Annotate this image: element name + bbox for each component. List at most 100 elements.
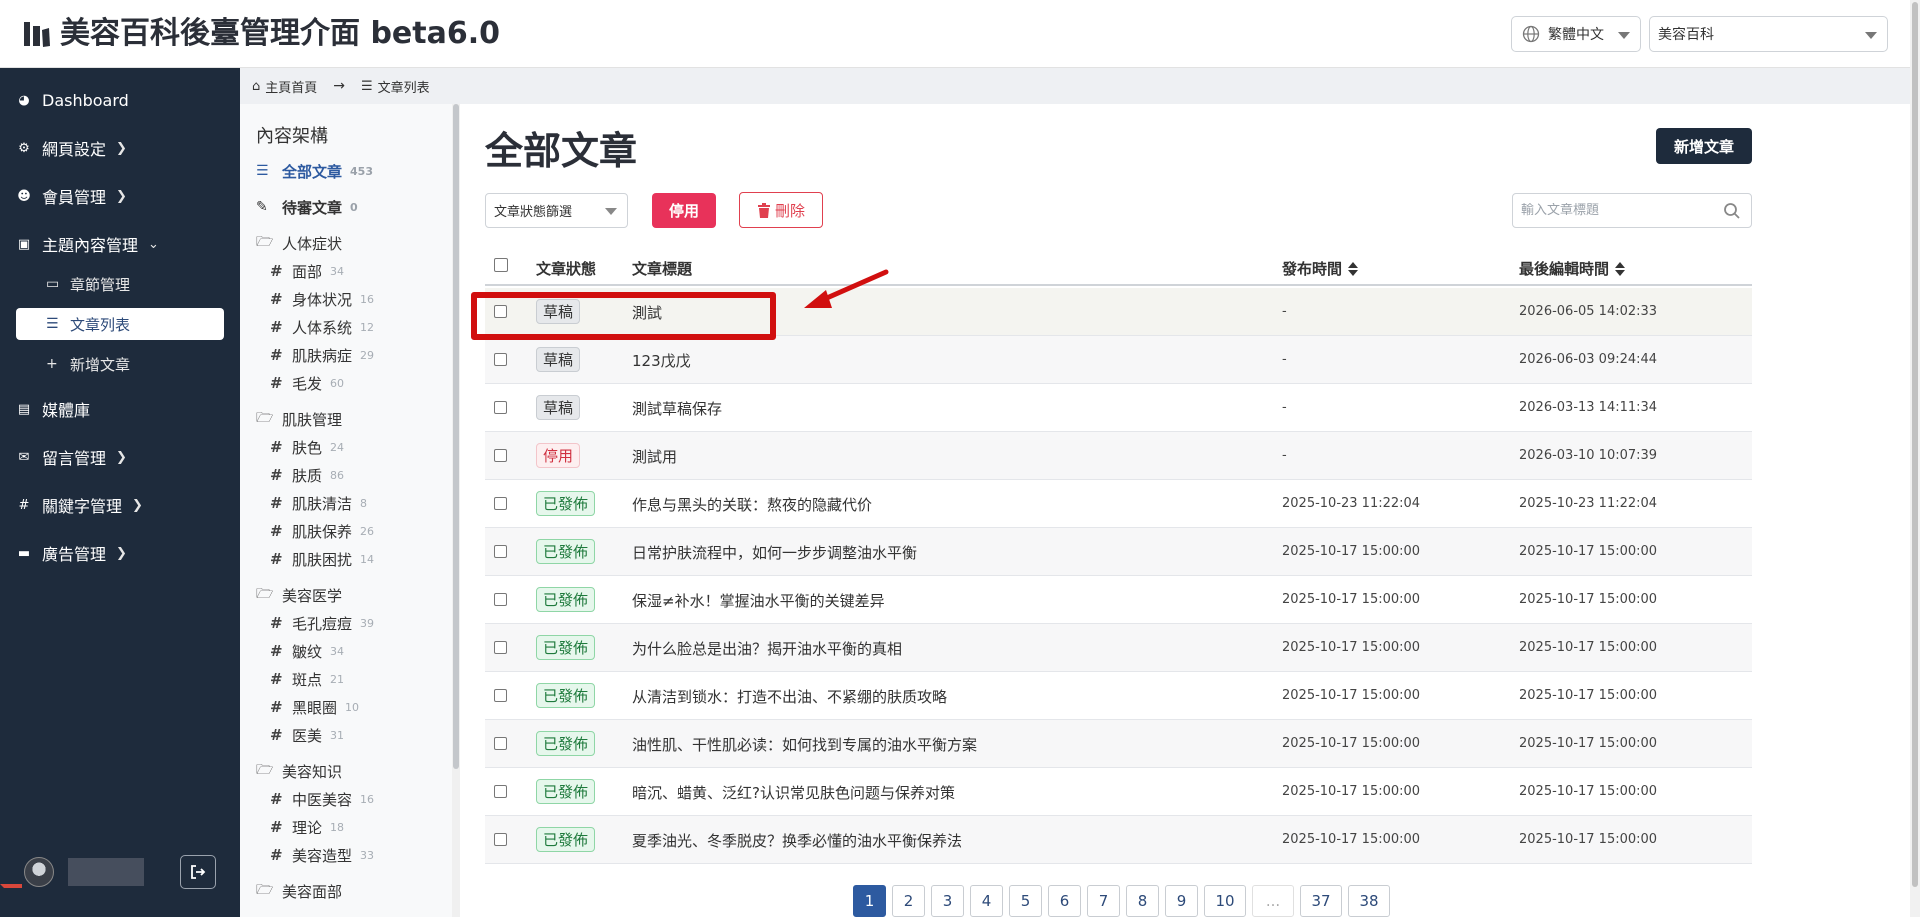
- category-all-articles[interactable]: ☰ 全部文章 453: [256, 160, 373, 182]
- category-group[interactable]: 🗁 美容面部: [256, 880, 342, 902]
- header-published[interactable]: 發布時間: [1282, 258, 1359, 279]
- sidebar-item-content[interactable]: ▣ 主題內容管理 ⌄: [16, 231, 159, 257]
- logout-button[interactable]: [180, 855, 216, 889]
- category-item[interactable]: # 医美 31: [270, 724, 344, 746]
- category-item[interactable]: # 面部 34: [270, 260, 344, 282]
- category-item[interactable]: # 肌肤清洁 8: [270, 492, 367, 514]
- row-checkbox[interactable]: [494, 497, 507, 510]
- category-item[interactable]: # 毛孔痘痘 39: [270, 612, 374, 634]
- article-title-link[interactable]: 保湿≠补水！掌握油水平衡的关键差异: [632, 590, 885, 611]
- category-item[interactable]: # 毛发 60: [270, 372, 344, 394]
- status-filter-select[interactable]: 文章狀態篩選: [485, 193, 628, 228]
- category-item[interactable]: # 皺纹 34: [270, 640, 344, 662]
- breadcrumb-current[interactable]: ☰ 文章列表: [361, 77, 430, 96]
- table-row[interactable]: 停用 測試用 - 2026-03-10 10:07:39: [485, 432, 1752, 480]
- page-button[interactable]: 5: [1009, 885, 1042, 917]
- language-select[interactable]: 繁體中文: [1511, 16, 1641, 52]
- sidebar-subitem-chapters[interactable]: ▭ 章節管理: [16, 268, 224, 300]
- page-button[interactable]: 1: [853, 885, 886, 917]
- sidebar-item-members[interactable]: ☻ 會員管理 ❯: [16, 183, 127, 209]
- scrollbar-thumb[interactable]: [1912, 2, 1918, 887]
- category-item[interactable]: # 身体状况 16: [270, 288, 374, 310]
- article-title-link[interactable]: 測試用: [632, 446, 677, 467]
- page-scrollbar[interactable]: [1910, 0, 1920, 917]
- sidebar-item-comments[interactable]: ✉ 留言管理 ❯: [16, 444, 127, 470]
- site-select[interactable]: 美容百科: [1649, 16, 1888, 52]
- page-button[interactable]: 9: [1165, 885, 1198, 917]
- article-title-link[interactable]: 油性肌、干性肌必读：如何找到专属的油水平衡方案: [632, 734, 977, 755]
- row-checkbox[interactable]: [494, 449, 507, 462]
- select-all-checkbox[interactable]: [494, 258, 508, 272]
- breadcrumb-home[interactable]: ⌂ 主頁首頁: [252, 77, 317, 96]
- row-checkbox[interactable]: [494, 353, 507, 366]
- sidebar-item-keywords[interactable]: # 關鍵字管理 ❯: [16, 492, 143, 518]
- article-title-link[interactable]: 測試草稿保存: [632, 398, 722, 419]
- category-item[interactable]: # 斑点 21: [270, 668, 344, 690]
- disable-button[interactable]: 停用: [652, 193, 716, 228]
- row-checkbox[interactable]: [494, 545, 507, 558]
- category-item[interactable]: # 肌肤病症 29: [270, 344, 374, 366]
- category-item[interactable]: # 肤色 24: [270, 436, 344, 458]
- table-row[interactable]: 已發佈 油性肌、干性肌必读：如何找到专属的油水平衡方案 2025-10-17 15:…: [485, 720, 1752, 768]
- table-row[interactable]: 已發佈 日常护肤流程中，如何一步步调整油水平衡 2025-10-17 15:00:0…: [485, 528, 1752, 576]
- page-button[interactable]: 10: [1204, 885, 1246, 917]
- row-checkbox[interactable]: [494, 737, 507, 750]
- sort-icon[interactable]: [1348, 261, 1359, 276]
- article-title-link[interactable]: 为什么脸总是出油？揭开油水平衡的真相: [632, 638, 902, 659]
- category-item[interactable]: # 黑眼圈 10: [270, 696, 359, 718]
- article-title-link[interactable]: 123戊戊: [632, 350, 691, 371]
- delete-button[interactable]: 刪除: [739, 192, 823, 228]
- search-icon[interactable]: [1723, 202, 1741, 220]
- page-button[interactable]: 8: [1126, 885, 1159, 917]
- article-title-link[interactable]: 从清洁到锁水：打造不出油、不紧绷的肤质攻略: [632, 686, 947, 707]
- category-item[interactable]: # 美容造型 33: [270, 844, 374, 866]
- row-checkbox[interactable]: [494, 593, 507, 606]
- category-item[interactable]: # 肤质 86: [270, 464, 344, 486]
- page-button[interactable]: 4: [970, 885, 1003, 917]
- table-row[interactable]: 已發佈 保湿≠补水！掌握油水平衡的关键差异 2025-10-17 15:00:00 2…: [485, 576, 1752, 624]
- category-item[interactable]: # 肌肤保养 26: [270, 520, 374, 542]
- sidebar-item-ads[interactable]: ▬ 廣告管理 ❯: [16, 540, 127, 566]
- add-article-button[interactable]: 新增文章: [1656, 128, 1752, 164]
- table-row[interactable]: 已發佈 作息与黑头的关联：熬夜的隐藏代价 2025-10-23 11:22:04 20…: [485, 480, 1752, 528]
- article-title-link[interactable]: 作息与黑头的关联：熬夜的隐藏代价: [632, 494, 872, 515]
- category-group[interactable]: 🗁 美容知识: [256, 760, 342, 782]
- sidebar-item-media[interactable]: ▤ 媒體庫: [16, 396, 90, 422]
- table-row[interactable]: 已發佈 夏季油光、冬季脱皮？换季必懂的油水平衡保养法 2025-10-17 15:0…: [485, 816, 1752, 864]
- category-group[interactable]: 🗁 人体症状: [256, 232, 342, 254]
- category-item[interactable]: # 中医美容 16: [270, 788, 374, 810]
- article-title-link[interactable]: 夏季油光、冬季脱皮？换季必懂的油水平衡保养法: [632, 830, 962, 851]
- category-scrollbar[interactable]: [452, 104, 460, 917]
- sidebar-subitem-article-list[interactable]: ☰ 文章列表: [16, 308, 224, 340]
- table-row[interactable]: 已發佈 为什么脸总是出油？揭开油水平衡的真相 2025-10-17 15:00:00…: [485, 624, 1752, 672]
- table-row[interactable]: 已發佈 从清洁到锁水：打造不出油、不紧绷的肤质攻略 2025-10-17 15:00…: [485, 672, 1752, 720]
- search-box[interactable]: [1512, 193, 1752, 228]
- category-group[interactable]: 🗁 肌肤管理: [256, 408, 342, 430]
- search-input[interactable]: [1521, 203, 1711, 218]
- article-title-link[interactable]: 日常护肤流程中，如何一步步调整油水平衡: [632, 542, 917, 563]
- row-checkbox[interactable]: [494, 689, 507, 702]
- page-button[interactable]: 38: [1348, 885, 1390, 917]
- row-checkbox[interactable]: [494, 641, 507, 654]
- sidebar-item-web-settings[interactable]: ⚙ 網頁設定 ❯: [16, 135, 127, 161]
- category-item[interactable]: # 理论 18: [270, 816, 344, 838]
- category-item[interactable]: # 人体系统 12: [270, 316, 374, 338]
- sort-icon[interactable]: [1615, 261, 1626, 276]
- page-button[interactable]: 3: [931, 885, 964, 917]
- category-item[interactable]: # 肌肤困扰 14: [270, 548, 374, 570]
- page-button[interactable]: 2: [892, 885, 925, 917]
- avatar[interactable]: [24, 857, 54, 887]
- page-button[interactable]: 37: [1300, 885, 1342, 917]
- page-button[interactable]: 7: [1087, 885, 1120, 917]
- page-button[interactable]: 6: [1048, 885, 1081, 917]
- row-checkbox[interactable]: [494, 785, 507, 798]
- article-title-link[interactable]: 暗沉、蜡黄、泛红?认识常见肤色问题与保养对策: [632, 782, 955, 803]
- category-group[interactable]: 🗁 美容医学: [256, 584, 342, 606]
- row-checkbox[interactable]: [494, 401, 507, 414]
- row-checkbox[interactable]: [494, 833, 507, 846]
- sidebar-subitem-new-article[interactable]: + 新增文章: [16, 348, 224, 380]
- header-edited[interactable]: 最後編輯時間: [1519, 258, 1626, 279]
- sidebar-item-dashboard[interactable]: ◕ Dashboard: [16, 87, 128, 113]
- table-row[interactable]: 草稿 測試草稿保存 - 2026-03-13 14:11:34: [485, 384, 1752, 432]
- table-row[interactable]: 已發佈 暗沉、蜡黄、泛红?认识常见肤色问题与保养对策 2025-10-17 15:0…: [485, 768, 1752, 816]
